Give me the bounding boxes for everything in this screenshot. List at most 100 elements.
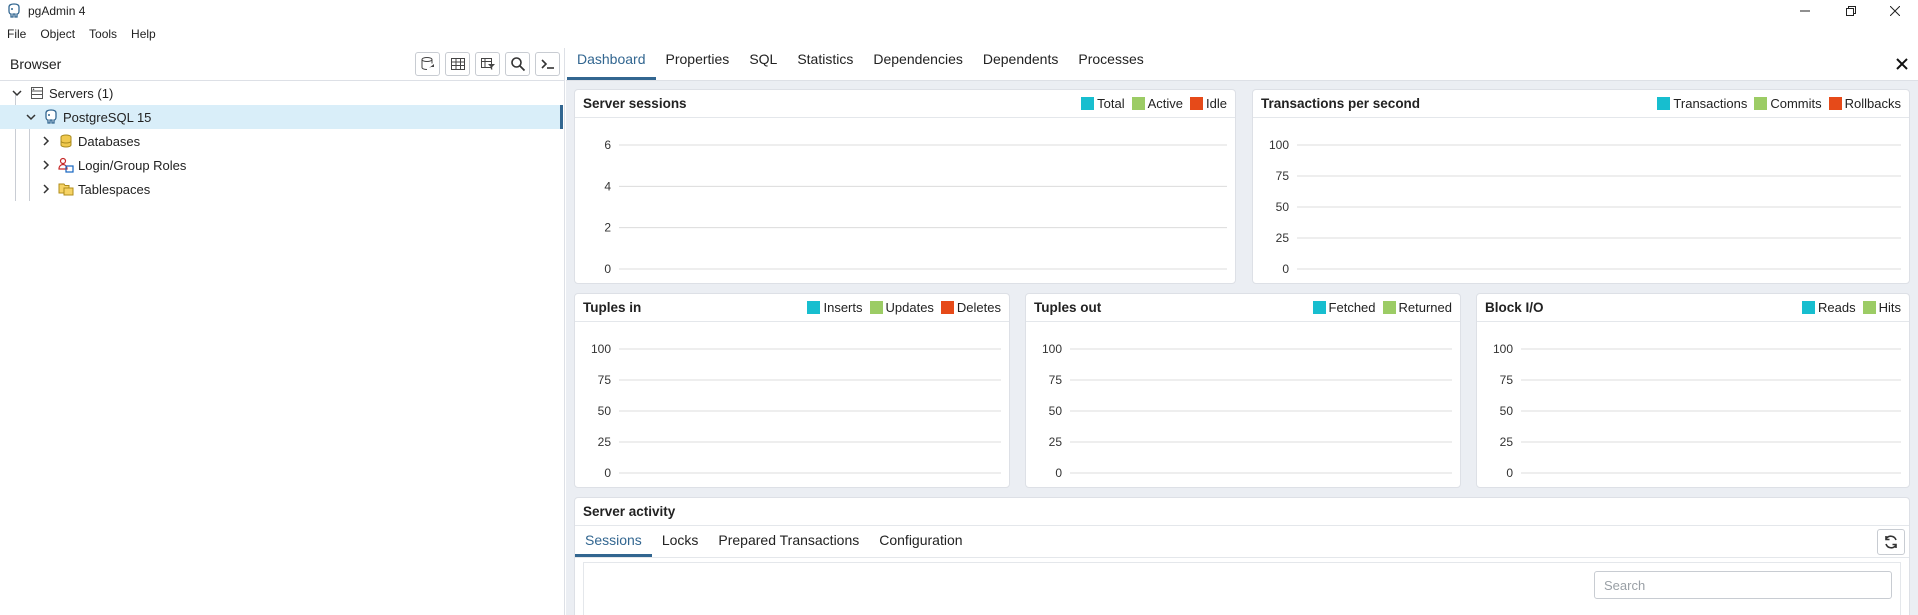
chart-legend: Inserts Updates Deletes xyxy=(803,300,1001,315)
y-tick-label: 100 xyxy=(1042,342,1062,356)
tab-sessions[interactable]: Sessions xyxy=(575,525,652,557)
legend-swatch-idle xyxy=(1190,97,1204,110)
table-filter-icon xyxy=(480,58,495,70)
minimize-button[interactable] xyxy=(1782,0,1828,22)
tree-item-tablespaces[interactable]: Tablespaces xyxy=(0,177,563,201)
y-tick-label: 25 xyxy=(1276,231,1290,245)
server-activity-card: Server activity Sessions Locks Prepared … xyxy=(574,497,1910,615)
legend-swatch-reads xyxy=(1802,301,1816,314)
tree-item-login-group-roles[interactable]: Login/Group Roles xyxy=(0,153,563,177)
browser-header: Browser xyxy=(0,48,564,81)
tab-locks[interactable]: Locks xyxy=(652,525,709,557)
transactions-per-second-card: Transactions per second Transactions Com… xyxy=(1252,89,1910,284)
tuples-out-chart: 100 75 50 25 0 xyxy=(1042,342,1452,480)
tab-statistics[interactable]: Statistics xyxy=(787,47,863,80)
y-tick-label: 0 xyxy=(1282,262,1289,276)
menu-file[interactable]: File xyxy=(0,27,33,41)
legend-swatch-hits xyxy=(1862,301,1876,314)
chart-title: Transactions per second xyxy=(1261,96,1421,111)
chart-legend: Transactions Commits Rollbacks xyxy=(1653,96,1901,111)
y-tick-label: 75 xyxy=(598,373,612,387)
filtered-rows-button[interactable] xyxy=(475,52,500,76)
main-tab-bar: Dashboard Properties SQL Statistics Depe… xyxy=(566,48,1918,81)
close-tab-button[interactable] xyxy=(1894,56,1910,72)
tree-item-servers[interactable]: Servers (1) xyxy=(0,81,563,105)
tab-processes[interactable]: Processes xyxy=(1068,47,1153,80)
psql-tool-button[interactable] xyxy=(535,52,560,76)
refresh-icon xyxy=(1885,535,1897,549)
block-io-chart: 100 75 50 25 0 xyxy=(1493,342,1901,480)
menu-tools[interactable]: Tools xyxy=(82,27,124,41)
tree-item-label: Databases xyxy=(78,133,141,149)
tab-sql[interactable]: SQL xyxy=(739,47,787,80)
y-tick-label: 75 xyxy=(1049,373,1063,387)
chart-legend: Fetched Returned xyxy=(1309,300,1452,315)
y-tick-label: 0 xyxy=(604,466,611,480)
chevron-right-icon[interactable] xyxy=(40,159,52,171)
main-panel: Dashboard Properties SQL Statistics Depe… xyxy=(566,48,1918,615)
tab-configuration[interactable]: Configuration xyxy=(869,525,972,557)
y-tick-label: 6 xyxy=(604,138,611,152)
y-tick-label: 25 xyxy=(1049,435,1063,449)
tree-item-postgresql-15[interactable]: PostgreSQL 15 xyxy=(0,105,563,129)
tab-properties[interactable]: Properties xyxy=(656,47,740,80)
legend-swatch-inserts xyxy=(807,301,821,314)
tab-dependencies[interactable]: Dependencies xyxy=(863,47,973,80)
refresh-button[interactable] xyxy=(1877,529,1905,555)
search-input[interactable] xyxy=(1594,571,1892,599)
y-tick-label: 50 xyxy=(1276,200,1290,214)
legend-swatch-deletes xyxy=(940,301,954,314)
chart-legend: Reads Hits xyxy=(1798,300,1901,315)
y-tick-label: 0 xyxy=(604,262,611,276)
browser-toolbar xyxy=(415,52,560,76)
servers-icon xyxy=(29,85,45,101)
databases-icon xyxy=(58,133,74,149)
legend-swatch-transactions xyxy=(1657,97,1671,110)
menu-object[interactable]: Object xyxy=(33,27,82,41)
menu-bar: File Object Tools Help xyxy=(0,24,163,44)
chevron-right-icon[interactable] xyxy=(40,135,52,147)
transactions-per-second-chart: 100 75 50 25 0 xyxy=(1269,138,1901,276)
y-tick-label: 50 xyxy=(1500,404,1514,418)
y-tick-label: 100 xyxy=(1493,342,1513,356)
legend-swatch-returned xyxy=(1382,301,1396,314)
legend-swatch-fetched xyxy=(1312,301,1326,314)
legend-label-transactions: Transactions xyxy=(1673,96,1748,111)
legend-label-active: Active xyxy=(1147,96,1184,111)
close-icon xyxy=(1890,6,1900,16)
tuples-out-card: Tuples out Fetched Returned 100 75 50 25 0 xyxy=(1025,293,1461,488)
restore-button[interactable] xyxy=(1828,0,1874,22)
search-objects-button[interactable] xyxy=(505,52,530,76)
server-sessions-chart: 6 4 2 0 xyxy=(604,138,1227,276)
y-tick-label: 2 xyxy=(604,221,611,235)
chevron-down-icon[interactable] xyxy=(11,87,23,99)
tab-dependents[interactable]: Dependents xyxy=(973,47,1069,80)
chart-title: Tuples in xyxy=(583,300,642,315)
tree-item-label: Tablespaces xyxy=(78,181,151,197)
tab-dashboard[interactable]: Dashboard xyxy=(567,47,656,80)
legend-label-total: Total xyxy=(1097,96,1125,111)
y-tick-label: 25 xyxy=(1500,435,1514,449)
y-tick-label: 4 xyxy=(604,179,611,193)
tab-prepared-transactions[interactable]: Prepared Transactions xyxy=(708,525,869,557)
chevron-down-icon[interactable] xyxy=(25,111,37,123)
y-tick-label: 75 xyxy=(1276,169,1290,183)
legend-swatch-rollbacks xyxy=(1828,97,1842,110)
y-tick-label: 25 xyxy=(598,435,612,449)
tree-item-databases[interactable]: Databases xyxy=(0,129,563,153)
title-bar: pgAdmin 4 xyxy=(0,0,1918,22)
legend-swatch-active xyxy=(1131,97,1145,110)
legend-swatch-total xyxy=(1081,97,1095,110)
y-tick-label: 100 xyxy=(591,342,611,356)
legend-label-idle: Idle xyxy=(1206,96,1227,111)
menu-help[interactable]: Help xyxy=(124,27,163,41)
roles-icon xyxy=(58,157,74,173)
legend-swatch-updates xyxy=(869,301,883,314)
view-data-button[interactable] xyxy=(445,52,470,76)
restore-icon xyxy=(1846,6,1856,16)
query-tool-button[interactable] xyxy=(415,52,440,76)
chevron-right-icon[interactable] xyxy=(40,183,52,195)
close-window-button[interactable] xyxy=(1872,0,1918,22)
legend-label-updates: Updates xyxy=(885,300,934,315)
terminal-icon xyxy=(540,59,554,69)
